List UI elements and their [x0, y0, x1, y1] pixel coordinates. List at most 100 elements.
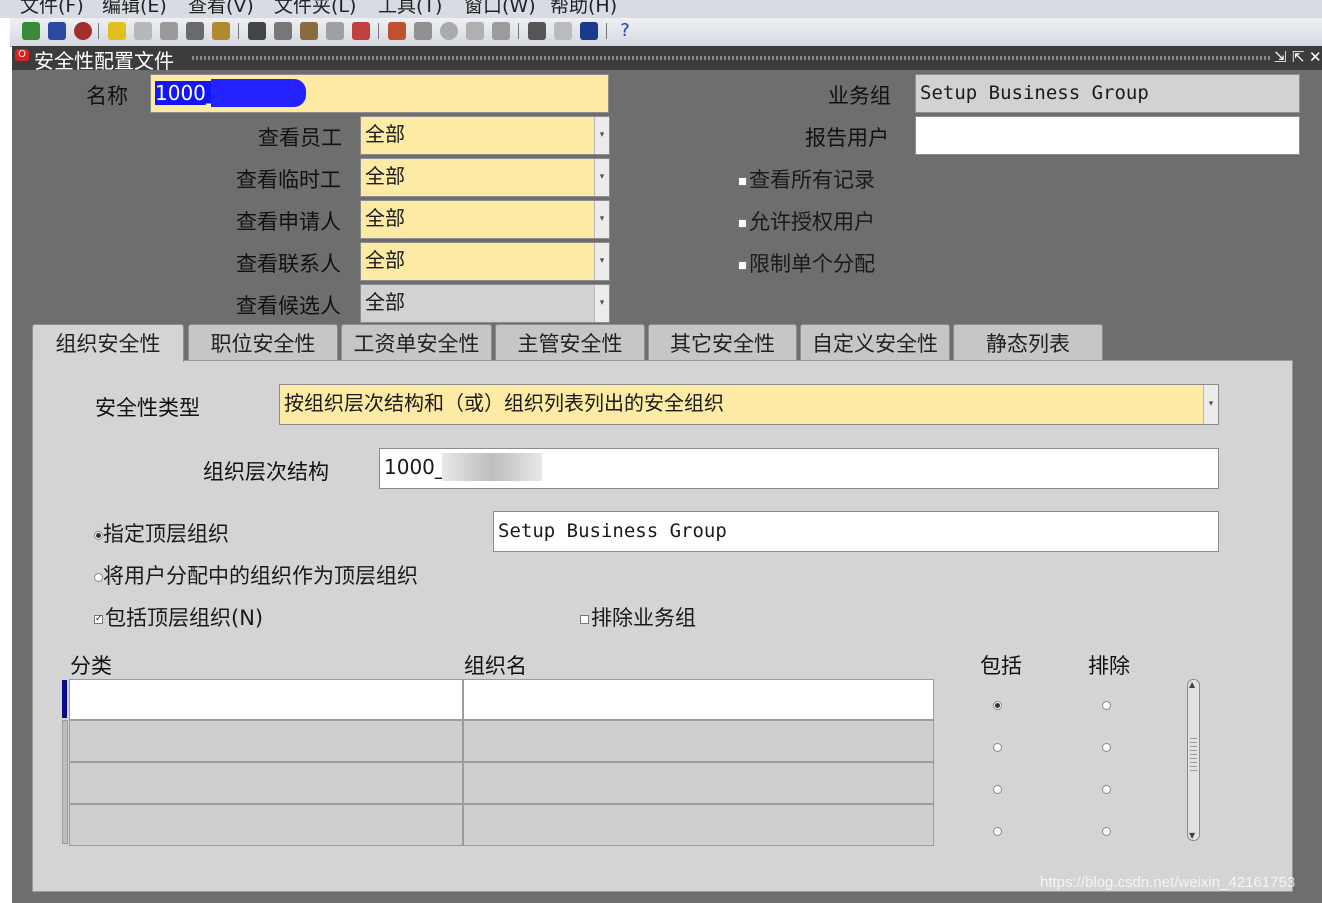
view-all-records-checkbox[interactable]: 查看所有记录: [738, 164, 875, 194]
menu-window[interactable]: 窗口(W): [464, 0, 536, 18]
view-contact-select[interactable]: 全部 ▾: [360, 242, 610, 281]
find-icon[interactable]: [48, 22, 66, 40]
clear-record-icon[interactable]: [326, 22, 344, 40]
specify-top-radio[interactable]: 指定顶层组织: [94, 518, 229, 548]
close-form-icon[interactable]: [212, 22, 230, 40]
chevron-down-icon[interactable]: ▾: [594, 285, 609, 322]
navigator-icon[interactable]: [74, 22, 92, 40]
restrict-single-checkbox[interactable]: 限制单个分配: [738, 248, 875, 278]
radio-icon[interactable]: [94, 572, 103, 582]
row1-org-name[interactable]: [463, 679, 934, 720]
tab-static-list[interactable]: 静态列表: [953, 324, 1103, 360]
view-candidate-label: 查看候选人: [236, 294, 341, 318]
view-employee-select[interactable]: 全部 ▾: [360, 116, 610, 155]
copy-icon[interactable]: [274, 22, 292, 40]
close-icon[interactable]: ✕: [1309, 48, 1322, 66]
checkbox-icon[interactable]: [738, 218, 747, 228]
scroll-down-icon[interactable]: ▼: [1189, 831, 1195, 840]
switch-resp-icon[interactable]: [160, 22, 178, 40]
business-group-field: Setup Business Group: [915, 74, 1300, 113]
row4-include-radio[interactable]: [993, 818, 1002, 842]
save-icon[interactable]: [108, 22, 126, 40]
export-icon[interactable]: [580, 22, 598, 40]
include-top-checkbox[interactable]: ✓ 包括顶层组织(N): [94, 602, 263, 632]
menu-help[interactable]: 帮助(H): [550, 0, 617, 18]
minimize-icon[interactable]: ⇲: [1274, 48, 1287, 66]
row2-classification[interactable]: [69, 720, 463, 762]
view-applicant-select[interactable]: 全部 ▾: [360, 200, 610, 239]
row4-org-name[interactable]: [463, 804, 934, 846]
print-icon[interactable]: [186, 22, 204, 40]
chevron-down-icon[interactable]: ▾: [594, 243, 609, 280]
checkbox-icon[interactable]: [738, 260, 747, 270]
calendar-icon[interactable]: [528, 22, 546, 40]
tab-payroll-security[interactable]: 工资单安全性: [341, 324, 492, 360]
save-proceed-icon[interactable]: [134, 22, 152, 40]
checkbox-icon[interactable]: [580, 614, 589, 624]
menu-folder[interactable]: 文件夹(L): [274, 0, 356, 18]
attachments-icon[interactable]: [466, 22, 484, 40]
watermark: https://blog.csdn.net/weixin_42161753: [1040, 874, 1296, 891]
tab-custom-security[interactable]: 自定义安全性: [800, 324, 950, 360]
row1-exclude-radio[interactable]: [1102, 692, 1111, 716]
translations-icon[interactable]: [440, 22, 458, 40]
report-user-field[interactable]: [915, 116, 1300, 155]
menu-tools[interactable]: 工具(T): [378, 0, 442, 18]
paste-icon[interactable]: [300, 22, 318, 40]
tab-other-security[interactable]: 其它安全性: [648, 324, 797, 360]
row3-classification[interactable]: [69, 762, 463, 804]
chevron-down-icon[interactable]: ▾: [594, 201, 609, 238]
table-scrollbar[interactable]: ▲ ▼: [1187, 679, 1200, 841]
checkbox-checked-icon[interactable]: ✓: [94, 614, 103, 624]
menu-edit[interactable]: 编辑(E): [102, 0, 167, 18]
cut-icon[interactable]: [248, 22, 266, 40]
edit-field-icon[interactable]: [388, 22, 406, 40]
window-icon[interactable]: [554, 22, 572, 40]
new-record-icon[interactable]: [22, 22, 40, 40]
window-titlebar: O 安全性配置文件 ⇲ ⇱ ✕: [12, 46, 1322, 73]
hierarchy-label: 组织层次结构: [203, 460, 329, 484]
folder-tools-icon[interactable]: [492, 22, 510, 40]
use-assignment-radio[interactable]: 将用户分配中的组织作为顶层组织: [94, 560, 418, 590]
row4-classification[interactable]: [69, 804, 463, 846]
row2-exclude-radio[interactable]: [1102, 734, 1111, 758]
menu-bar: 文件(F) 编辑(E) 查看(V) 文件夹(L) 工具(T) 窗口(W) 帮助(…: [0, 0, 1322, 18]
menu-view[interactable]: 查看(V): [188, 0, 254, 18]
chevron-down-icon[interactable]: ▾: [1203, 385, 1218, 424]
col-exclude: 排除: [1088, 654, 1130, 678]
row2-include-radio[interactable]: [993, 734, 1002, 758]
chevron-down-icon[interactable]: ▾: [594, 117, 609, 154]
checkbox-icon[interactable]: [738, 176, 747, 186]
row3-org-name[interactable]: [463, 762, 934, 804]
delete-icon[interactable]: [352, 22, 370, 40]
hierarchy-field[interactable]: 1000_: [379, 448, 1219, 489]
help-icon[interactable]: ?: [616, 22, 634, 40]
row4-exclude-radio[interactable]: [1102, 818, 1111, 842]
security-type-select[interactable]: 按组织层次结构和（或）组织列表列出的安全组织 ▾: [279, 384, 1219, 425]
allow-grant-checkbox[interactable]: 允许授权用户: [738, 206, 875, 236]
tab-position-security[interactable]: 职位安全性: [188, 324, 338, 360]
top-org-field[interactable]: Setup Business Group: [493, 511, 1219, 552]
view-candidate-select[interactable]: 全部 ▾: [360, 284, 610, 323]
oracle-icon: O: [15, 49, 29, 61]
tab-supervisor-security[interactable]: 主管安全性: [495, 324, 645, 360]
menu-file[interactable]: 文件(F): [20, 0, 84, 18]
col-org-name: 组织名: [464, 654, 527, 678]
row1-include-radio[interactable]: [993, 692, 1002, 716]
tab-org-security[interactable]: 组织安全性: [32, 324, 184, 362]
chevron-down-icon[interactable]: ▾: [594, 159, 609, 196]
maximize-icon[interactable]: ⇱: [1292, 48, 1305, 66]
radio-selected-icon[interactable]: [94, 530, 103, 540]
scroll-thumb[interactable]: [1190, 738, 1197, 772]
zoom-icon[interactable]: [414, 22, 432, 40]
row1-classification[interactable]: [69, 679, 463, 720]
scroll-up-icon[interactable]: ▲: [1189, 680, 1195, 689]
toolbar: ?: [10, 18, 1322, 47]
name-field[interactable]: 1000_: [150, 74, 609, 113]
row3-exclude-radio[interactable]: [1102, 776, 1111, 800]
current-row-indicator: [62, 680, 67, 718]
exclude-bg-checkbox[interactable]: 排除业务组: [580, 602, 696, 632]
row3-include-radio[interactable]: [993, 776, 1002, 800]
row2-org-name[interactable]: [463, 720, 934, 762]
view-contingent-select[interactable]: 全部 ▾: [360, 158, 610, 197]
